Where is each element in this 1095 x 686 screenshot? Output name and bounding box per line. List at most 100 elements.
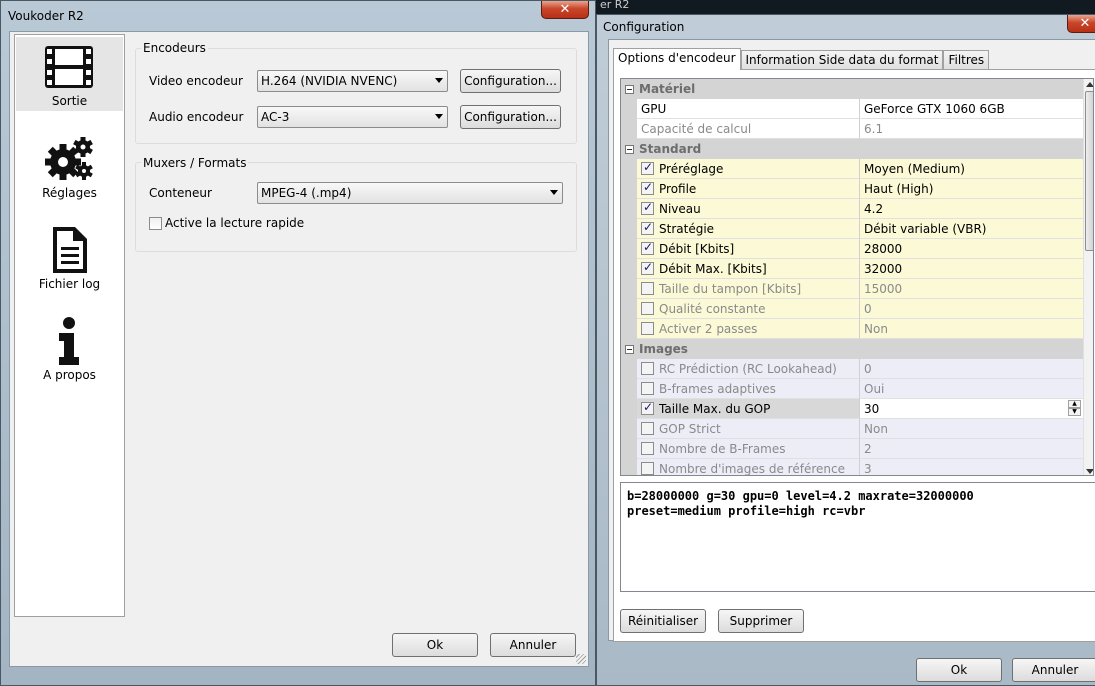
grid-row[interactable]: Préréglage Moyen (Medium) (621, 159, 1083, 179)
nav-item-sortie[interactable]: Sortie (16, 37, 123, 111)
vertical-scrollbar[interactable] (1083, 79, 1093, 475)
scroll-down-icon[interactable] (1086, 469, 1093, 474)
property-name: B-frames adaptives (637, 379, 859, 399)
property-checkbox[interactable] (641, 220, 654, 235)
spin-down-icon[interactable]: ▼ (1068, 408, 1081, 416)
command-line-preview[interactable]: b=28000000 g=30 gpu=0 level=4.2 maxrate=… (620, 482, 1095, 592)
nav-item-reglages[interactable]: Réglages (16, 129, 123, 203)
cancel-label: Annuler (1031, 663, 1079, 677)
audio-encoder-select[interactable]: AC-3 (257, 106, 448, 128)
audio-config-label: Configuration... (464, 110, 557, 124)
nav-item-fichier-log[interactable]: Fichier log (16, 220, 123, 294)
property-name: RC Prédiction (RC Lookahead) (637, 359, 859, 379)
property-checkbox[interactable] (641, 400, 654, 415)
grid-row[interactable]: Débit Max. [Kbits] 32000 (621, 259, 1083, 279)
grid-row-selected[interactable]: Taille Max. du GOP 30 ▲ ▼ (621, 399, 1083, 419)
property-checkbox[interactable] (641, 302, 654, 315)
reset-button[interactable]: Réinitialiser (620, 609, 706, 633)
nav-label-fichier-log: Fichier log (38, 277, 101, 291)
window-title: Configuration (603, 20, 685, 34)
property-checkbox[interactable] (641, 422, 654, 435)
property-value[interactable]: 32000 (859, 259, 1083, 279)
scroll-thumb[interactable] (1085, 91, 1093, 251)
property-checkbox[interactable] (641, 180, 654, 195)
property-grid: Matériel GPU GeForce GTX 1060 6GB Capaci… (620, 78, 1094, 476)
cancel-button[interactable]: Annuler (1012, 658, 1095, 682)
grid-row[interactable]: Nombre de B-Frames 2 (621, 439, 1083, 459)
property-value: 15000 (859, 279, 1083, 299)
spin-up-icon[interactable]: ▲ (1068, 400, 1081, 408)
delete-button[interactable]: Supprimer (718, 609, 804, 633)
grid-row[interactable]: Capacité de calcul 6.1 (621, 119, 1083, 139)
grid-row[interactable]: Profile Haut (High) (621, 179, 1083, 199)
grid-row[interactable]: Débit [Kbits] 28000 (621, 239, 1083, 259)
video-encoder-label: Video encodeur (149, 74, 243, 88)
grid-row[interactable]: RC Prédiction (RC Lookahead) 0 (621, 359, 1083, 379)
category-materiel[interactable]: Matériel (621, 79, 1083, 99)
grid-row[interactable]: Niveau 4.2 (621, 199, 1083, 219)
video-config-button[interactable]: Configuration... (460, 69, 561, 93)
row-margin (621, 419, 637, 439)
tab-label: Information Side data du format (745, 53, 939, 67)
row-margin (621, 179, 637, 199)
property-name: Activer 2 passes (637, 319, 859, 339)
grid-row[interactable]: Activer 2 passes Non (621, 319, 1083, 339)
property-checkbox[interactable] (641, 382, 654, 395)
property-checkbox[interactable] (641, 442, 654, 455)
nav-item-a-propos[interactable]: A propos (16, 311, 123, 385)
property-checkbox[interactable] (641, 362, 654, 375)
audio-config-button[interactable]: Configuration... (460, 105, 561, 129)
property-checkbox[interactable] (641, 160, 654, 175)
grid-row[interactable]: Stratégie Débit variable (VBR) (621, 219, 1083, 239)
property-checkbox[interactable] (641, 260, 654, 275)
configuration-window: Configuration ✕ Options d'encodeur Infor… (596, 14, 1095, 686)
container-select[interactable]: MPEG-4 (.mp4) (257, 182, 563, 204)
property-checkbox[interactable] (641, 200, 654, 215)
fast-start-checkbox[interactable] (149, 217, 162, 230)
ok-button[interactable]: Ok (392, 633, 478, 657)
configuration-titlebar[interactable]: Configuration (597, 15, 1095, 39)
property-checkbox[interactable] (641, 282, 654, 295)
property-name: Débit [Kbits] (637, 239, 859, 259)
ok-button[interactable]: Ok (916, 658, 1002, 682)
property-value[interactable]: Moyen (Medium) (859, 159, 1083, 179)
property-value[interactable]: Débit variable (VBR) (859, 219, 1083, 239)
chevron-down-icon (550, 190, 558, 195)
property-name: Taille Max. du GOP (637, 399, 859, 419)
property-checkbox[interactable] (641, 322, 654, 335)
tab-filters[interactable]: Filtres (943, 50, 990, 70)
ok-label: Ok (950, 663, 968, 677)
close-button[interactable]: ✕ (1067, 15, 1095, 33)
nav-label-reglages: Réglages (42, 186, 97, 200)
grid-row[interactable]: Nombre d'images de référence 3 (621, 459, 1083, 475)
grid-row[interactable]: Taille du tampon [Kbits] 15000 (621, 279, 1083, 299)
category-images[interactable]: Images (621, 339, 1083, 359)
gop-size-editor[interactable]: 30 ▲ ▼ (859, 399, 1083, 419)
grid-row[interactable]: GPU GeForce GTX 1060 6GB (621, 99, 1083, 119)
property-value[interactable]: 28000 (859, 239, 1083, 259)
spin-buttons[interactable]: ▲ ▼ (1068, 400, 1081, 417)
category-standard[interactable]: Standard (621, 139, 1083, 159)
property-checkbox[interactable] (641, 240, 654, 255)
property-value[interactable]: 4.2 (859, 199, 1083, 219)
tab-side-data[interactable]: Information Side data du format (740, 50, 944, 70)
grid-row[interactable]: GOP Strict Non (621, 419, 1083, 439)
cancel-button[interactable]: Annuler (490, 633, 576, 657)
property-value[interactable]: Haut (High) (859, 179, 1083, 199)
property-value: Non (859, 319, 1083, 339)
close-button[interactable]: ✕ (541, 1, 589, 19)
voukoder-titlebar[interactable]: Voukoder R2 (1, 1, 597, 31)
scroll-up-icon[interactable] (1086, 82, 1093, 87)
property-name: Taille du tampon [Kbits] (637, 279, 859, 299)
row-margin (621, 459, 637, 475)
document-icon (53, 227, 87, 273)
category-label: Matériel (639, 82, 696, 96)
grid-row[interactable]: Qualité constante 0 (621, 299, 1083, 319)
property-name: GPU (637, 99, 859, 119)
voukoder-window: Voukoder R2 ✕ Sortie Réglages Fichier lo… (0, 0, 596, 686)
video-encoder-select[interactable]: H.264 (NVIDIA NVENC) (257, 70, 448, 92)
grid-row[interactable]: B-frames adaptives Oui (621, 379, 1083, 399)
tab-encoder-options[interactable]: Options d'encodeur (613, 48, 741, 70)
resize-grip[interactable] (576, 654, 586, 664)
property-checkbox[interactable] (641, 462, 654, 475)
